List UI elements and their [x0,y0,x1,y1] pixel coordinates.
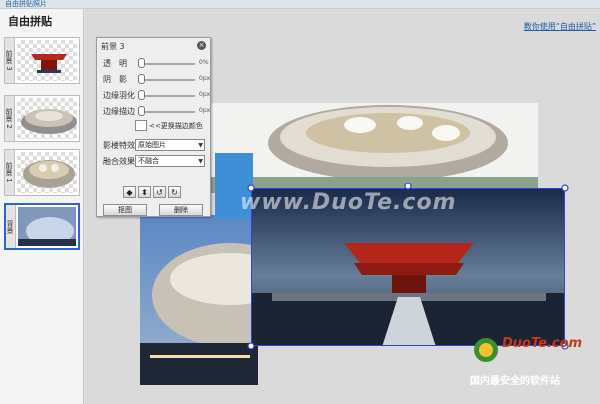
shadow-value: 0px [199,75,211,82]
border-value: 0px [199,107,211,114]
layer-item-foreground-3[interactable]: 前景 3 [4,37,80,84]
border-slider-knob[interactable] [138,106,145,116]
layer-thumbnail [17,98,77,139]
watermark-tagline: 国内最安全的软件站 [470,376,560,387]
effect-label: 影楼特效 [103,141,135,150]
feather-slider-knob[interactable] [138,90,145,100]
transparency-value: 0% [199,59,209,66]
border-label: 边缘描边 [103,107,135,116]
foreground-2-image[interactable] [210,103,538,193]
chevron-down-icon: ▼ [198,142,203,149]
border-row: 边缘描边 0px [103,106,213,117]
blend-select[interactable]: 不融合 ▼ [135,155,205,167]
transparency-label: 透 明 [103,59,127,68]
flip-vertical-icon[interactable]: ⬍ [138,186,151,198]
effect-select-value: 原始图片 [138,141,166,149]
layer-item-background[interactable]: 背景 [4,203,80,250]
watermark-text: www.DuoTe.com [240,190,457,215]
duote-logo-watermark: DuoTe.com 国内最安全的软件站 [470,336,598,387]
sidebar-title: 自由拼贴 [8,15,52,28]
layer-thumbnail [17,152,77,193]
border-color-swatch[interactable] [135,120,147,131]
shadow-label: 阴 影 [103,75,127,84]
window-title: 自由拼贴照片 [5,0,47,8]
transparency-slider-track[interactable] [139,63,195,65]
transparency-row: 透 明 0% [103,58,213,69]
window-titlebar: 自由拼贴照片 [0,0,600,9]
layer-thumbnail [18,207,76,246]
layer-tab-label: 前景 1 [5,150,15,195]
rotate-left-icon[interactable]: ↺ [153,186,166,198]
feather-slider-track[interactable] [139,95,195,97]
shadow-row: 阴 影 0px [103,74,213,85]
layer-properties-panel: 前景 3 × 透 明 0% 阴 影 0px 边缘羽化 0px 边缘描边 0px … [96,37,211,217]
brand-text: DuoTe.com [502,336,583,351]
chevron-down-icon: ▼ [198,158,203,165]
feather-label: 边缘羽化 [103,91,135,100]
layers-sidebar: 自由拼贴 前景 3 前景 2 前景 1 背景 [0,9,84,404]
panel-title: 前景 3 [101,42,125,51]
blend-label: 融合效果 [103,157,135,166]
feather-value: 0px [199,91,211,98]
duote-logo-icon [474,338,498,362]
layer-tab-label: 背景 [6,205,16,248]
flip-horizontal-icon[interactable]: ◆ [123,186,136,198]
feather-row: 边缘羽化 0px [103,90,213,101]
layer-tab-label: 前景 3 [5,38,15,83]
layer-tab-label: 前景 2 [5,96,15,141]
border-slider-track[interactable] [139,111,195,113]
shadow-slider-knob[interactable] [138,74,145,84]
transparency-slider-knob[interactable] [138,58,145,68]
layer-item-foreground-1[interactable]: 前景 1 [4,149,80,196]
foreground-1-image[interactable] [140,215,258,385]
shadow-slider-track[interactable] [139,79,195,81]
change-border-color-link[interactable]: <<更换描边颜色 [149,121,203,131]
cutout-button[interactable]: 抠图 [103,204,147,216]
help-link[interactable]: 教你使用“自由拼贴” [524,21,596,32]
layer-item-foreground-2[interactable]: 前景 2 [4,95,80,142]
effect-select[interactable]: 原始图片 ▼ [135,139,205,151]
rotate-right-icon[interactable]: ↻ [168,186,181,198]
delete-button[interactable]: 删除 [159,204,203,216]
blend-select-value: 不融合 [138,157,159,165]
layer-thumbnail [17,40,77,81]
close-icon[interactable]: × [197,41,206,50]
